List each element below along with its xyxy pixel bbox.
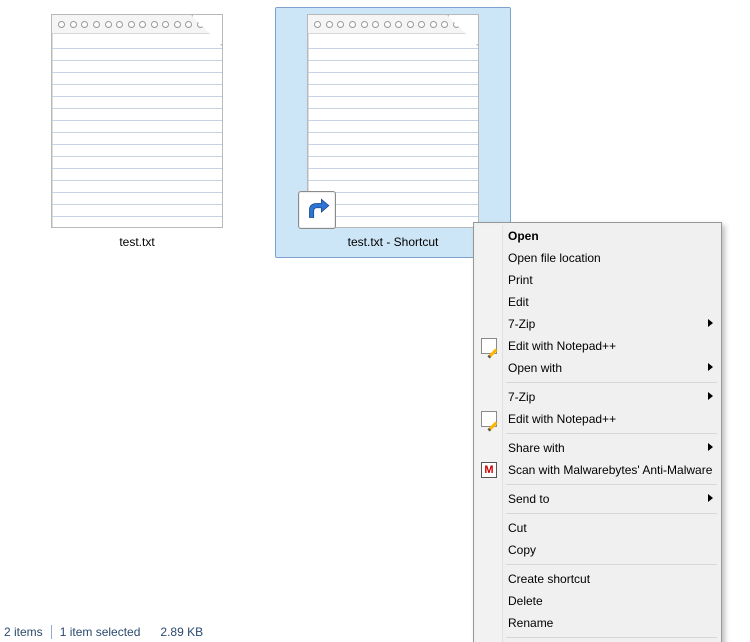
menu-separator: [506, 513, 717, 514]
menu-item[interactable]: Delete: [476, 590, 719, 612]
malwarebytes-icon: M: [481, 462, 497, 478]
menu-item-label: Open file location: [508, 251, 601, 265]
menu-item[interactable]: Open: [476, 225, 719, 247]
status-item-count: 2 items: [4, 625, 43, 639]
menu-item-label: Send to: [508, 492, 549, 506]
submenu-arrow-icon: [708, 392, 713, 400]
file-thumbnail: [42, 14, 232, 229]
menu-item[interactable]: Scan with Malwarebytes' Anti-Malware M: [476, 459, 719, 481]
menu-item[interactable]: Copy: [476, 539, 719, 561]
menu-item-label: Print: [508, 273, 533, 287]
menu-item-label: Edit with Notepad++: [508, 339, 616, 353]
file-item[interactable]: test.txt - Shortcut: [275, 7, 511, 258]
menu-item[interactable]: Cut: [476, 517, 719, 539]
menu-item-label: Rename: [508, 616, 553, 630]
menu-item-label: Cut: [508, 521, 527, 535]
menu-item-label: 7-Zip: [508, 390, 535, 404]
menu-item[interactable]: 7-Zip: [476, 313, 719, 335]
menu-item[interactable]: Create shortcut: [476, 568, 719, 590]
menu-item-label: Copy: [508, 543, 536, 557]
menu-separator: [506, 637, 717, 638]
file-label: test.txt: [22, 235, 252, 249]
menu-item-label: Share with: [508, 441, 565, 455]
menu-item-label: Edit: [508, 295, 529, 309]
shortcut-overlay-icon: [298, 191, 336, 229]
status-selection-size: 2.89 KB: [160, 625, 203, 639]
menu-item[interactable]: Open with: [476, 357, 719, 379]
context-menu: Open Open file location Print Edit 7-Zip Edit…: [473, 222, 722, 642]
menu-item[interactable]: Print: [476, 269, 719, 291]
explorer-canvas[interactable]: test.txt test.txt - Shortcut: [0, 0, 750, 642]
menu-item[interactable]: Send to: [476, 488, 719, 510]
notepadpp-icon: [481, 411, 497, 427]
menu-item[interactable]: Edit with Notepad++: [476, 335, 719, 357]
menu-separator: [506, 382, 717, 383]
menu-item-label: Delete: [508, 594, 543, 608]
menu-item[interactable]: Edit with Notepad++: [476, 408, 719, 430]
menu-item-label: Edit with Notepad++: [508, 412, 616, 426]
menu-separator: [506, 564, 717, 565]
submenu-arrow-icon: [708, 363, 713, 371]
notepad-page-icon: [51, 14, 223, 228]
menu-item-label: Create shortcut: [508, 572, 590, 586]
menu-item-label: Open: [508, 229, 539, 243]
submenu-arrow-icon: [708, 319, 713, 327]
status-divider: [51, 625, 52, 639]
file-thumbnail: [298, 14, 488, 229]
menu-item-label: 7-Zip: [508, 317, 535, 331]
menu-item[interactable]: Share with: [476, 437, 719, 459]
submenu-arrow-icon: [708, 494, 713, 502]
menu-item-label: Open with: [508, 361, 562, 375]
status-selection-text: 1 item selected: [60, 625, 141, 639]
menu-item[interactable]: Edit: [476, 291, 719, 313]
notepadpp-icon: [481, 338, 497, 354]
menu-separator: [506, 484, 717, 485]
file-item[interactable]: test.txt: [20, 8, 254, 257]
menu-item-label: Scan with Malwarebytes' Anti-Malware: [508, 463, 712, 477]
menu-item[interactable]: 7-Zip: [476, 386, 719, 408]
menu-separator: [506, 433, 717, 434]
menu-item[interactable]: Rename: [476, 612, 719, 634]
submenu-arrow-icon: [708, 443, 713, 451]
menu-item[interactable]: Open file location: [476, 247, 719, 269]
